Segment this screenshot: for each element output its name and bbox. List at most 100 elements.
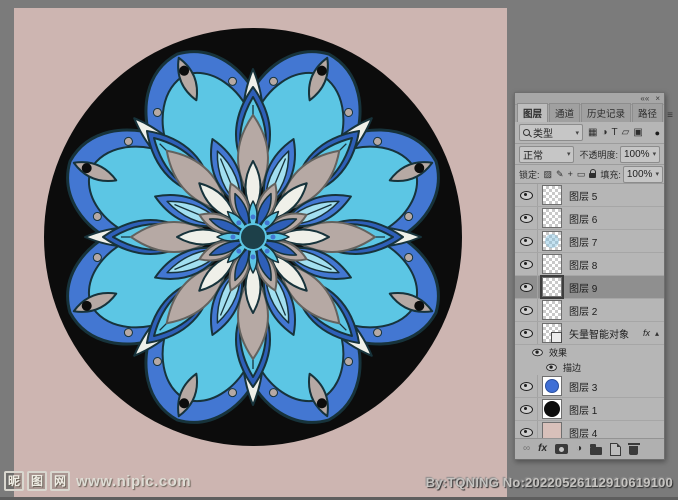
watermark-logo-char: 昵 xyxy=(4,471,24,491)
layer-thumbnail[interactable] xyxy=(542,208,562,228)
lock-position-icon[interactable]: + xyxy=(568,169,573,179)
layer-row[interactable]: 图层 9 xyxy=(515,276,664,299)
shape-filter-icon[interactable]: ▱ xyxy=(622,128,630,138)
close-panel-icon[interactable]: × xyxy=(655,94,660,104)
layer-row[interactable]: 图层 3 xyxy=(515,375,664,398)
visibility-toggle[interactable] xyxy=(529,345,545,360)
filter-toggle-icon[interactable]: ● xyxy=(655,128,660,138)
layer-filter-row: 类型 ▾ ▦ ◑ T ▱▣ ● xyxy=(515,122,664,144)
collapse-effects-icon[interactable]: ▴ xyxy=(655,329,659,338)
fill-field[interactable]: 100% ▾ xyxy=(623,166,663,183)
layer-thumbnail[interactable] xyxy=(542,323,562,343)
pixel-filter-icon[interactable]: ▦ xyxy=(588,128,597,138)
layer-row[interactable]: 图层 6 xyxy=(515,207,664,230)
layer-name: 图层 6 xyxy=(569,211,597,226)
layer-row[interactable]: 图层 7 xyxy=(515,230,664,253)
visibility-toggle[interactable] xyxy=(515,421,538,438)
visibility-toggle[interactable] xyxy=(515,398,538,420)
lock-artboard-icon[interactable]: ▭ xyxy=(577,169,586,180)
fx-badge: fx xyxy=(643,328,650,338)
visibility-toggle[interactable] xyxy=(515,230,538,252)
new-group-icon[interactable] xyxy=(590,447,602,455)
lock-row: 锁定: ▨✎+▭ 填充: 100% ▾ xyxy=(515,165,664,184)
eye-icon xyxy=(520,306,533,315)
layer-name: 图层 4 xyxy=(569,425,597,439)
visibility-toggle[interactable] xyxy=(515,184,538,206)
layer-filter-type-dropdown[interactable]: 类型 ▾ xyxy=(519,124,583,141)
tab-0[interactable]: 图层 xyxy=(517,103,548,122)
layer-name: 图层 8 xyxy=(569,257,597,272)
eye-icon xyxy=(520,329,533,338)
credit-text: By:TQNING No:20220526112910619100 xyxy=(426,475,673,490)
fill-value: 100% xyxy=(627,169,653,180)
layer-thumbnail[interactable] xyxy=(542,376,562,396)
layer-name: 矢量智能对象 xyxy=(569,326,629,341)
search-icon xyxy=(523,129,530,136)
watermark-site-text: www.nipic.com xyxy=(76,473,191,490)
layer-thumbnail[interactable] xyxy=(542,254,562,274)
adjustment-layer-icon[interactable]: ◑ xyxy=(576,444,582,454)
new-layer-icon[interactable] xyxy=(610,443,621,456)
delete-layer-icon[interactable] xyxy=(629,446,638,455)
visibility-toggle[interactable] xyxy=(515,276,538,298)
visibility-toggle[interactable] xyxy=(515,375,538,397)
panel-menu-icon[interactable]: ≡ xyxy=(664,110,676,122)
chevron-down-icon: ▾ xyxy=(567,150,571,158)
add-mask-icon[interactable] xyxy=(555,444,568,454)
layer-name: 图层 5 xyxy=(569,188,597,203)
layer-name: 图层 9 xyxy=(569,280,597,295)
visibility-toggle[interactable] xyxy=(543,360,559,375)
chevron-down-icon: ▾ xyxy=(575,129,579,137)
adjustment-filter-icon[interactable]: ◑ xyxy=(601,128,607,138)
layer-row[interactable]: 图层 4 xyxy=(515,421,664,438)
collapse-panel-icon[interactable]: «« xyxy=(640,94,649,104)
watermark-logo-char: 网 xyxy=(50,471,70,491)
lock-transparency-icon[interactable]: ▨ xyxy=(544,169,553,180)
lock-pixels-icon[interactable]: ✎ xyxy=(556,169,564,180)
tab-3[interactable]: 路径 xyxy=(632,103,663,122)
eye-icon xyxy=(520,382,533,391)
layer-thumbnail[interactable] xyxy=(542,185,562,205)
link-layers-icon[interactable]: ∞ xyxy=(523,444,530,454)
layer-thumbnail[interactable] xyxy=(542,399,562,419)
tab-2[interactable]: 历史记录 xyxy=(581,103,631,122)
layer-thumbnail[interactable] xyxy=(542,231,562,251)
type-filter-icon[interactable]: T xyxy=(612,128,618,138)
layer-thumbnail[interactable] xyxy=(542,277,562,297)
layer-row[interactable]: 图层 1 xyxy=(515,398,664,421)
tab-1[interactable]: 通道 xyxy=(549,103,580,122)
layer-row[interactable]: 图层 5 xyxy=(515,184,664,207)
visibility-toggle[interactable] xyxy=(515,253,538,275)
blend-mode-dropdown[interactable]: 正常 ▾ xyxy=(519,146,574,163)
visibility-toggle[interactable] xyxy=(515,322,538,344)
layer-name: 效果 xyxy=(549,346,567,359)
layer-name: 图层 2 xyxy=(569,303,597,318)
layer-list: 图层 5图层 6图层 7图层 8图层 9图层 2矢量智能对象fx▴效果描边图层 … xyxy=(515,184,664,438)
layer-thumbnail[interactable] xyxy=(542,300,562,320)
layer-effect-row[interactable]: 描边 xyxy=(515,360,664,375)
layer-row[interactable]: 图层 8 xyxy=(515,253,664,276)
eye-icon xyxy=(520,405,533,414)
filter-type-label: 类型 xyxy=(533,125,553,140)
lock-icon-strip: ▨✎ + ▭ xyxy=(544,169,597,180)
smart-object-filter-icon[interactable]: ▣ xyxy=(633,128,642,138)
lock-all-icon[interactable] xyxy=(589,173,596,178)
layer-style-icon[interactable]: fx xyxy=(538,444,547,454)
layer-row[interactable]: 矢量智能对象 fx ▴ xyxy=(515,322,664,345)
layer-row[interactable]: 图层 2 xyxy=(515,299,664,322)
layer-thumbnail[interactable] xyxy=(542,422,562,438)
eye-icon xyxy=(520,237,533,246)
layer-effect-row[interactable]: 效果 xyxy=(515,345,664,360)
chevron-down-icon: ▾ xyxy=(655,170,659,178)
nipic-watermark: 昵 图 网 www.nipic.com xyxy=(4,471,191,491)
layer-name: 描边 xyxy=(563,361,581,374)
eye-icon xyxy=(546,364,557,371)
eye-icon xyxy=(520,214,533,223)
canvas-area xyxy=(14,8,507,500)
visibility-toggle[interactable] xyxy=(515,207,538,229)
opacity-field[interactable]: 100% ▾ xyxy=(620,146,660,163)
eye-icon xyxy=(532,349,543,356)
eye-icon xyxy=(520,191,533,200)
watermark-logo-char: 图 xyxy=(27,471,47,491)
visibility-toggle[interactable] xyxy=(515,299,538,321)
